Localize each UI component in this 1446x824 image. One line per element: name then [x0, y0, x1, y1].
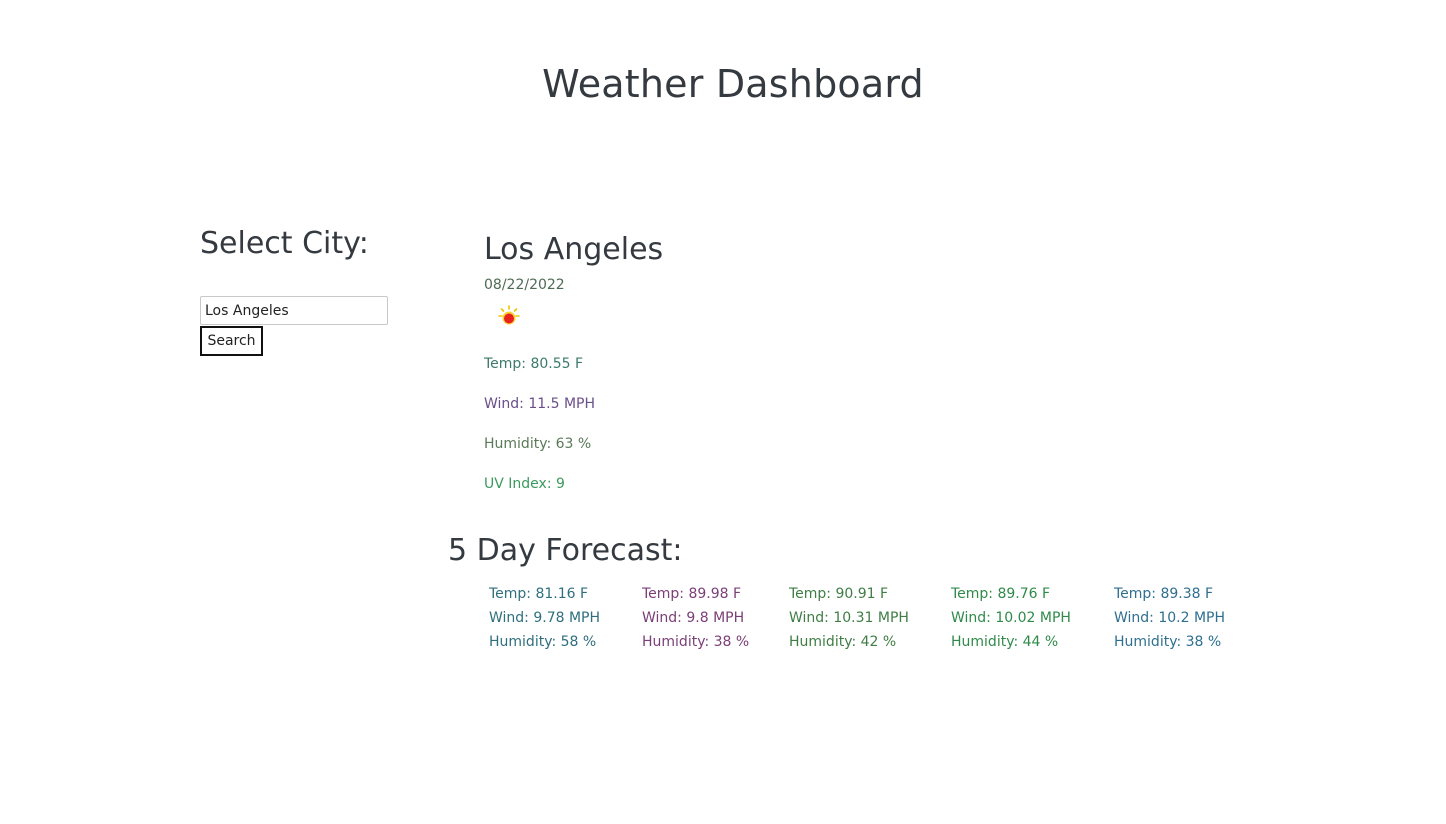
select-city-heading: Select City: — [200, 226, 369, 261]
current-weather: Los Angeles 08/22/2022 Temp: 80.55 F Win… — [484, 232, 664, 492]
forecast-day-card: Temp: 90.91 F Wind: 10.31 MPH Humidity: … — [789, 582, 909, 654]
forecast-humidity: Humidity: 44 % — [951, 634, 1059, 650]
forecast-wind: Wind: 10.02 MPH — [951, 610, 1071, 626]
forecast-temp: Temp: 90.91 F — [789, 586, 889, 602]
forecast-temp: Temp: 89.98 F — [642, 586, 742, 602]
forecast-day-card: Temp: 89.76 F Wind: 10.02 MPH Humidity: … — [951, 582, 1071, 654]
city-search-input[interactable] — [200, 296, 388, 325]
forecast-temp: Temp: 89.76 F — [951, 586, 1051, 602]
current-humidity: Humidity: 63 % — [484, 436, 592, 452]
search-button[interactable]: Search — [200, 326, 263, 356]
forecast-humidity: Humidity: 38 % — [642, 634, 750, 650]
forecast-wind: Wind: 9.78 MPH — [489, 610, 601, 626]
current-wind: Wind: 11.5 MPH — [484, 396, 596, 412]
page-title: Weather Dashboard — [542, 62, 924, 106]
forecast-heading: 5 Day Forecast: — [448, 533, 683, 568]
current-temp: Temp: 80.55 F — [484, 356, 584, 372]
forecast-temp: Temp: 89.38 F — [1114, 586, 1214, 602]
forecast-humidity: Humidity: 38 % — [1114, 634, 1222, 650]
forecast-day-card: Temp: 89.38 F Wind: 10.2 MPH Humidity: 3… — [1114, 582, 1225, 654]
forecast-humidity: Humidity: 42 % — [789, 634, 897, 650]
sunny-icon — [498, 305, 520, 327]
forecast-temp: Temp: 81.16 F — [489, 586, 589, 602]
current-city-name: Los Angeles — [484, 232, 664, 267]
forecast-day-card: Temp: 89.98 F Wind: 9.8 MPH Humidity: 38… — [642, 582, 749, 654]
forecast-wind: Wind: 10.2 MPH — [1114, 610, 1226, 626]
current-date: 08/22/2022 — [484, 277, 565, 293]
forecast-wind: Wind: 9.8 MPH — [642, 610, 745, 626]
forecast-wind: Wind: 10.31 MPH — [789, 610, 909, 626]
current-uv-index: UV Index: 9 — [484, 476, 565, 492]
forecast-humidity: Humidity: 58 % — [489, 634, 597, 650]
forecast-day-card: Temp: 81.16 F Wind: 9.78 MPH Humidity: 5… — [489, 582, 600, 654]
city-search-panel: Select City: Search — [200, 226, 400, 356]
